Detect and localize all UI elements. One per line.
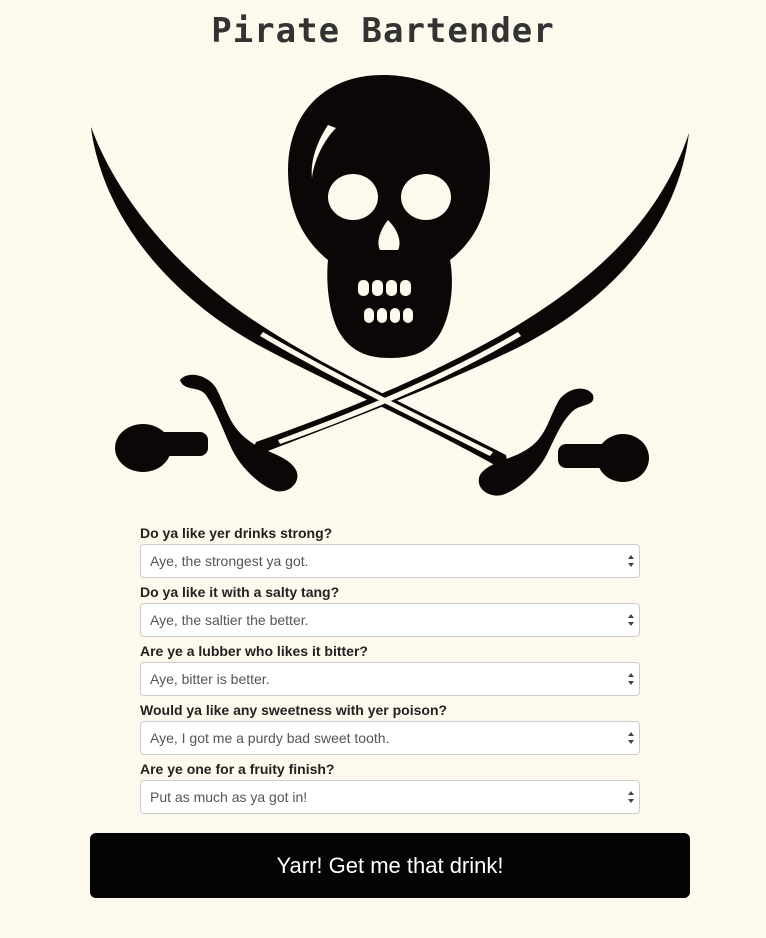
select-value: Put as much as ya got in!	[150, 789, 308, 805]
salty-select[interactable]: Aye, the saltier the better.	[140, 603, 640, 637]
select-value: Aye, bitter is better.	[150, 671, 270, 687]
question-label: Do ya like it with a salty tang?	[140, 584, 340, 600]
drink-preferences-form: Do ya like yer drinks strong? Aye, the s…	[140, 522, 640, 817]
select-arrows-icon	[628, 555, 634, 567]
skull-crossbones-icon	[91, 75, 689, 496]
select-value: Aye, the strongest ya got.	[150, 553, 309, 569]
select-value: Aye, the saltier the better.	[150, 612, 309, 628]
strong-select[interactable]: Aye, the strongest ya got.	[140, 544, 640, 578]
question-salty: Do ya like it with a salty tang? Aye, th…	[140, 581, 640, 640]
select-arrows-icon	[628, 614, 634, 626]
question-strong: Do ya like yer drinks strong? Aye, the s…	[140, 522, 640, 581]
page-title: Pirate Bartender	[211, 11, 555, 51]
question-label: Are ye one for a fruity finish?	[140, 761, 335, 777]
question-label: Would ya like any sweetness with yer poi…	[140, 702, 448, 718]
question-sweet: Would ya like any sweetness with yer poi…	[140, 699, 640, 758]
bitter-select[interactable]: Aye, bitter is better.	[140, 662, 640, 696]
fruity-select[interactable]: Put as much as ya got in!	[140, 780, 640, 814]
question-fruity: Are ye one for a fruity finish? Put as m…	[140, 758, 640, 817]
question-bitter: Are ye a lubber who likes it bitter? Aye…	[140, 640, 640, 699]
question-label: Are ye a lubber who likes it bitter?	[140, 643, 368, 659]
question-label: Do ya like yer drinks strong?	[140, 525, 333, 541]
sweet-select[interactable]: Aye, I got me a purdy bad sweet tooth.	[140, 721, 640, 755]
get-drink-button[interactable]: Yarr! Get me that drink!	[90, 833, 690, 898]
select-value: Aye, I got me a purdy bad sweet tooth.	[150, 730, 390, 746]
select-arrows-icon	[628, 673, 634, 685]
select-arrows-icon	[628, 732, 634, 744]
select-arrows-icon	[628, 791, 634, 803]
page: Pirate Bartender Do ya like yer drinks s…	[0, 0, 766, 938]
